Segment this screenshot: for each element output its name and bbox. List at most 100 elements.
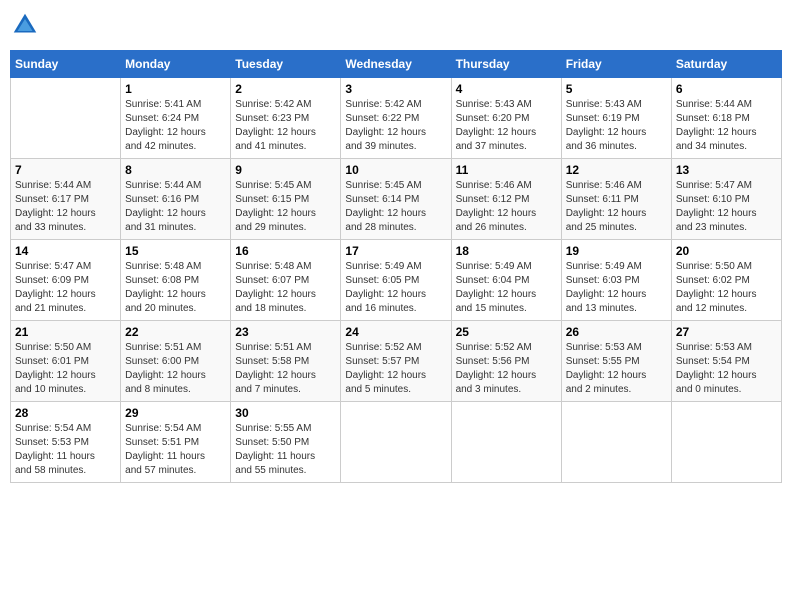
- calendar-cell: 30 Sunrise: 5:55 AM Sunset: 5:50 PM Dayli…: [231, 402, 341, 483]
- day-info: Sunrise: 5:47 AM Sunset: 6:09 PM Dayligh…: [15, 260, 116, 316]
- day-info: Sunrise: 5:41 AM Sunset: 6:24 PM Dayligh…: [125, 98, 226, 154]
- calendar-cell: 8 Sunrise: 5:44 AM Sunset: 6:16 PM Daylig…: [121, 159, 231, 240]
- day-info: Sunrise: 5:53 AM Sunset: 5:55 PM Dayligh…: [566, 341, 667, 397]
- calendar-cell: 13 Sunrise: 5:47 AM Sunset: 6:10 PM Dayli…: [671, 159, 781, 240]
- calendar-cell: 9 Sunrise: 5:45 AM Sunset: 6:15 PM Daylig…: [231, 159, 341, 240]
- day-number: 20: [676, 244, 777, 258]
- day-number: 24: [345, 325, 446, 339]
- calendar-cell: 19 Sunrise: 5:49 AM Sunset: 6:03 PM Dayli…: [561, 240, 671, 321]
- day-number: 15: [125, 244, 226, 258]
- calendar-week-5: 28Sunrise: 5:54 AM Sunset: 5:53 PM Dayli…: [11, 402, 782, 483]
- calendar-cell: 10 Sunrise: 5:45 AM Sunset: 6:14 PM Dayli…: [341, 159, 451, 240]
- day-info: Sunrise: 5:44 AM Sunset: 6:18 PM Dayligh…: [676, 98, 777, 154]
- day-number: 3: [345, 82, 446, 96]
- calendar-cell: 1Sunrise: 5:41 AM Sunset: 6:24 PM Daylig…: [121, 78, 231, 159]
- day-number: 22: [125, 325, 226, 339]
- calendar-cell: 17 Sunrise: 5:49 AM Sunset: 6:05 PM Dayli…: [341, 240, 451, 321]
- day-info: Sunrise: 5:52 AM Sunset: 5:56 PM Dayligh…: [456, 341, 557, 397]
- col-header-sunday: Sunday: [11, 51, 121, 78]
- calendar-cell: 24 Sunrise: 5:52 AM Sunset: 5:57 PM Dayli…: [341, 321, 451, 402]
- day-number: 26: [566, 325, 667, 339]
- day-number: 17: [345, 244, 446, 258]
- day-number: 8: [125, 163, 226, 177]
- calendar-cell: 28Sunrise: 5:54 AM Sunset: 5:53 PM Dayli…: [11, 402, 121, 483]
- col-header-thursday: Thursday: [451, 51, 561, 78]
- day-number: 10: [345, 163, 446, 177]
- day-info: Sunrise: 5:54 AM Sunset: 5:51 PM Dayligh…: [125, 422, 226, 478]
- day-number: 29: [125, 406, 226, 420]
- calendar-week-1: 1Sunrise: 5:41 AM Sunset: 6:24 PM Daylig…: [11, 78, 782, 159]
- day-info: Sunrise: 5:51 AM Sunset: 5:58 PM Dayligh…: [235, 341, 336, 397]
- day-info: Sunrise: 5:46 AM Sunset: 6:12 PM Dayligh…: [456, 179, 557, 235]
- day-number: 2: [235, 82, 336, 96]
- calendar-cell: 15Sunrise: 5:48 AM Sunset: 6:08 PM Dayli…: [121, 240, 231, 321]
- calendar-week-4: 21Sunrise: 5:50 AM Sunset: 6:01 PM Dayli…: [11, 321, 782, 402]
- calendar-cell: [561, 402, 671, 483]
- day-info: Sunrise: 5:48 AM Sunset: 6:07 PM Dayligh…: [235, 260, 336, 316]
- calendar-cell: 26 Sunrise: 5:53 AM Sunset: 5:55 PM Dayli…: [561, 321, 671, 402]
- day-info: Sunrise: 5:45 AM Sunset: 6:14 PM Dayligh…: [345, 179, 446, 235]
- day-number: 5: [566, 82, 667, 96]
- logo: [10, 10, 44, 40]
- day-info: Sunrise: 5:43 AM Sunset: 6:20 PM Dayligh…: [456, 98, 557, 154]
- col-header-wednesday: Wednesday: [341, 51, 451, 78]
- calendar-cell: 18 Sunrise: 5:49 AM Sunset: 6:04 PM Dayli…: [451, 240, 561, 321]
- logo-icon: [10, 10, 40, 40]
- day-info: Sunrise: 5:55 AM Sunset: 5:50 PM Dayligh…: [235, 422, 336, 478]
- day-info: Sunrise: 5:50 AM Sunset: 6:02 PM Dayligh…: [676, 260, 777, 316]
- day-number: 27: [676, 325, 777, 339]
- day-info: Sunrise: 5:43 AM Sunset: 6:19 PM Dayligh…: [566, 98, 667, 154]
- calendar-cell: 4 Sunrise: 5:43 AM Sunset: 6:20 PM Daylig…: [451, 78, 561, 159]
- col-header-monday: Monday: [121, 51, 231, 78]
- day-info: Sunrise: 5:49 AM Sunset: 6:04 PM Dayligh…: [456, 260, 557, 316]
- calendar-cell: 21Sunrise: 5:50 AM Sunset: 6:01 PM Dayli…: [11, 321, 121, 402]
- day-info: Sunrise: 5:44 AM Sunset: 6:17 PM Dayligh…: [15, 179, 116, 235]
- day-info: Sunrise: 5:49 AM Sunset: 6:03 PM Dayligh…: [566, 260, 667, 316]
- day-number: 25: [456, 325, 557, 339]
- day-info: Sunrise: 5:52 AM Sunset: 5:57 PM Dayligh…: [345, 341, 446, 397]
- calendar-cell: 29 Sunrise: 5:54 AM Sunset: 5:51 PM Dayli…: [121, 402, 231, 483]
- day-number: 19: [566, 244, 667, 258]
- col-header-tuesday: Tuesday: [231, 51, 341, 78]
- calendar-cell: [11, 78, 121, 159]
- day-number: 4: [456, 82, 557, 96]
- day-number: 13: [676, 163, 777, 177]
- calendar-cell: 6 Sunrise: 5:44 AM Sunset: 6:18 PM Daylig…: [671, 78, 781, 159]
- calendar-cell: 22 Sunrise: 5:51 AM Sunset: 6:00 PM Dayli…: [121, 321, 231, 402]
- day-number: 6: [676, 82, 777, 96]
- calendar-header-row: SundayMondayTuesdayWednesdayThursdayFrid…: [11, 51, 782, 78]
- calendar-cell: 12Sunrise: 5:46 AM Sunset: 6:11 PM Dayli…: [561, 159, 671, 240]
- calendar-cell: [671, 402, 781, 483]
- day-info: Sunrise: 5:42 AM Sunset: 6:23 PM Dayligh…: [235, 98, 336, 154]
- calendar-cell: 14 Sunrise: 5:47 AM Sunset: 6:09 PM Dayli…: [11, 240, 121, 321]
- calendar-cell: 20 Sunrise: 5:50 AM Sunset: 6:02 PM Dayli…: [671, 240, 781, 321]
- day-number: 7: [15, 163, 116, 177]
- day-number: 9: [235, 163, 336, 177]
- calendar-cell: 25 Sunrise: 5:52 AM Sunset: 5:56 PM Dayli…: [451, 321, 561, 402]
- day-number: 30: [235, 406, 336, 420]
- calendar-cell: 5 Sunrise: 5:43 AM Sunset: 6:19 PM Daylig…: [561, 78, 671, 159]
- day-info: Sunrise: 5:49 AM Sunset: 6:05 PM Dayligh…: [345, 260, 446, 316]
- day-info: Sunrise: 5:44 AM Sunset: 6:16 PM Dayligh…: [125, 179, 226, 235]
- calendar-cell: 3Sunrise: 5:42 AM Sunset: 6:22 PM Daylig…: [341, 78, 451, 159]
- calendar-cell: 16Sunrise: 5:48 AM Sunset: 6:07 PM Dayli…: [231, 240, 341, 321]
- day-info: Sunrise: 5:47 AM Sunset: 6:10 PM Dayligh…: [676, 179, 777, 235]
- calendar-cell: [341, 402, 451, 483]
- day-info: Sunrise: 5:54 AM Sunset: 5:53 PM Dayligh…: [15, 422, 116, 478]
- day-info: Sunrise: 5:46 AM Sunset: 6:11 PM Dayligh…: [566, 179, 667, 235]
- calendar-week-2: 7 Sunrise: 5:44 AM Sunset: 6:17 PM Daylig…: [11, 159, 782, 240]
- day-number: 18: [456, 244, 557, 258]
- calendar-cell: 11 Sunrise: 5:46 AM Sunset: 6:12 PM Dayli…: [451, 159, 561, 240]
- col-header-saturday: Saturday: [671, 51, 781, 78]
- day-info: Sunrise: 5:51 AM Sunset: 6:00 PM Dayligh…: [125, 341, 226, 397]
- calendar-cell: 2 Sunrise: 5:42 AM Sunset: 6:23 PM Daylig…: [231, 78, 341, 159]
- day-number: 14: [15, 244, 116, 258]
- day-info: Sunrise: 5:45 AM Sunset: 6:15 PM Dayligh…: [235, 179, 336, 235]
- calendar-cell: 7 Sunrise: 5:44 AM Sunset: 6:17 PM Daylig…: [11, 159, 121, 240]
- day-number: 21: [15, 325, 116, 339]
- calendar-cell: 23Sunrise: 5:51 AM Sunset: 5:58 PM Dayli…: [231, 321, 341, 402]
- page-header: [10, 10, 782, 40]
- day-number: 11: [456, 163, 557, 177]
- calendar-cell: 27Sunrise: 5:53 AM Sunset: 5:54 PM Dayli…: [671, 321, 781, 402]
- calendar-week-3: 14 Sunrise: 5:47 AM Sunset: 6:09 PM Dayli…: [11, 240, 782, 321]
